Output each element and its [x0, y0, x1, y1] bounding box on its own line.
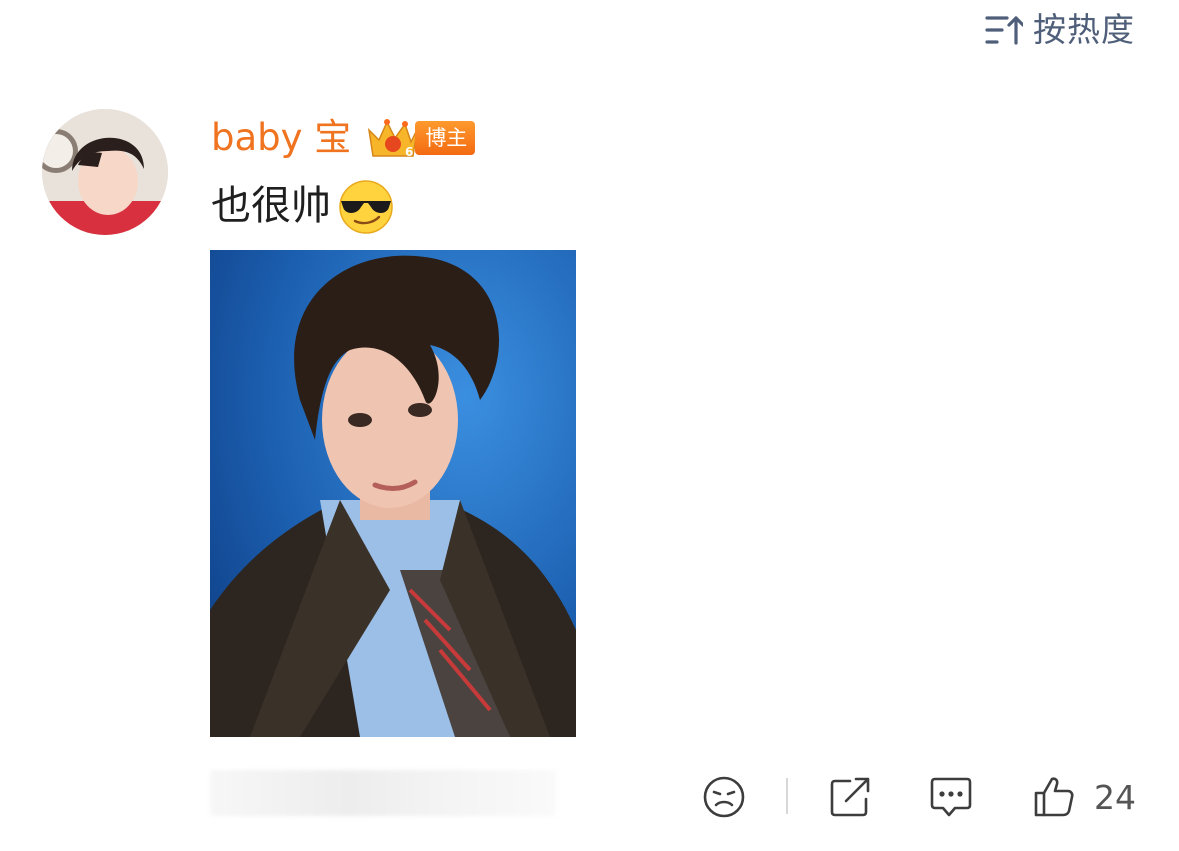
- like-count: 24: [1094, 777, 1136, 817]
- crown-badge-icon: 6: [365, 116, 421, 160]
- action-divider: [786, 778, 788, 814]
- sort-lines-up-icon: [985, 14, 1023, 46]
- comment-image[interactable]: [210, 250, 576, 737]
- badge-label: 博主: [415, 121, 476, 155]
- comment-text: 也很帅: [211, 183, 331, 229]
- neutral-face-icon: [702, 775, 746, 819]
- comment-body: 也很帅: [211, 177, 395, 235]
- blogger-badge[interactable]: 6 博主: [365, 116, 476, 160]
- share-button[interactable]: [828, 772, 872, 822]
- sort-by-hot-button[interactable]: 按热度: [985, 8, 1135, 52]
- avatar[interactable]: [42, 109, 168, 235]
- sort-label: 按热度: [1033, 10, 1135, 49]
- action-bar: 24: [0, 772, 1179, 822]
- like-button[interactable]: 24: [1032, 772, 1136, 822]
- comment-bubble-icon: [929, 775, 973, 819]
- thumbs-up-icon: [1032, 775, 1076, 819]
- comment-header: baby 宝 6 博主: [211, 112, 476, 164]
- username[interactable]: baby 宝: [211, 112, 351, 164]
- reply-button[interactable]: [929, 772, 973, 822]
- share-icon: [828, 775, 872, 819]
- cool-sunglasses-emoji-icon: [337, 177, 395, 235]
- svg-text:6: 6: [405, 145, 413, 159]
- react-button[interactable]: [702, 772, 746, 822]
